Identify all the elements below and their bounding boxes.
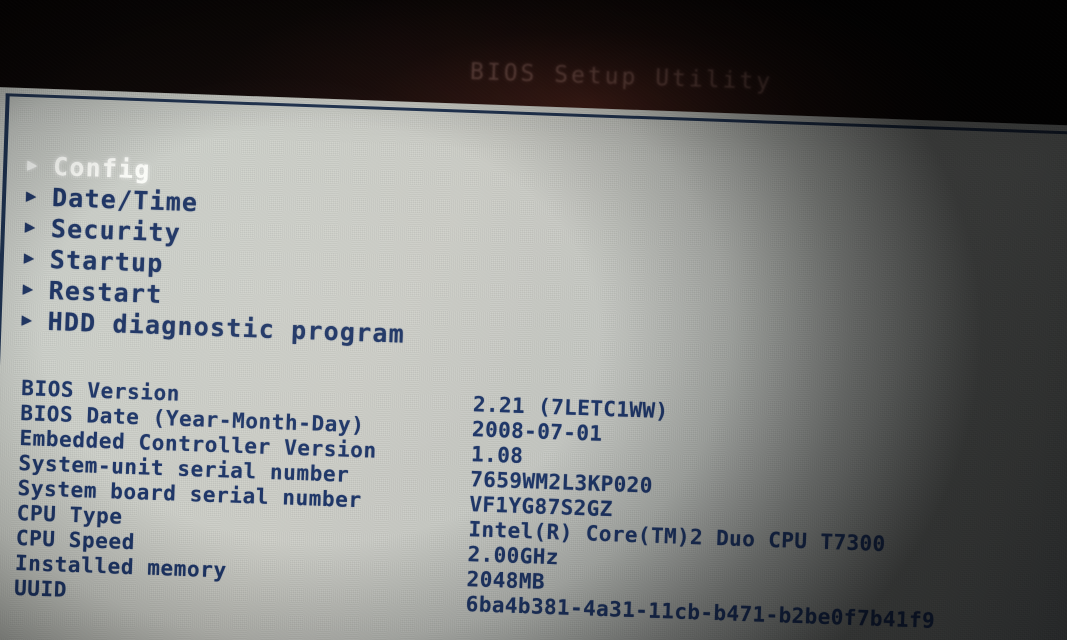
info-value: 1.08 — [470, 442, 524, 469]
info-value: 2008-07-01 — [471, 417, 603, 446]
triangle-right-icon: ▶ — [24, 217, 36, 238]
triangle-right-icon: ▶ — [22, 279, 34, 300]
triangle-right-icon: ▶ — [21, 310, 33, 331]
triangle-right-icon: ▶ — [23, 248, 35, 269]
triangle-right-icon: ▶ — [26, 155, 38, 176]
page-title: BIOS Setup Utility — [469, 59, 774, 96]
menu-item-label: Date/Time — [51, 183, 199, 218]
system-information-table: BIOS Version 2.21 (7LETC1WW) BIOS Date (… — [14, 376, 943, 634]
bios-screen-photo: BIOS Setup Utility ▶ Config ▶ Date/Time … — [0, 0, 1067, 640]
info-value: 2048MB — [466, 567, 546, 594]
info-value: 2.00GHz — [467, 542, 560, 570]
info-value: VF1YG87S2GZ — [468, 492, 614, 522]
triangle-right-icon: ▶ — [25, 186, 37, 207]
menu-item-label: Startup — [49, 244, 165, 279]
menu-item-label: Restart — [48, 275, 163, 310]
main-menu: ▶ Config ▶ Date/Time ▶ Security ▶ Startu… — [21, 150, 411, 350]
menu-item-label: Config — [52, 152, 152, 185]
menu-item-label: Security — [50, 213, 182, 248]
lcd-panel: ▶ Config ▶ Date/Time ▶ Security ▶ Startu… — [0, 86, 1067, 640]
bios-content: ▶ Config ▶ Date/Time ▶ Security ▶ Startu… — [0, 86, 1067, 640]
